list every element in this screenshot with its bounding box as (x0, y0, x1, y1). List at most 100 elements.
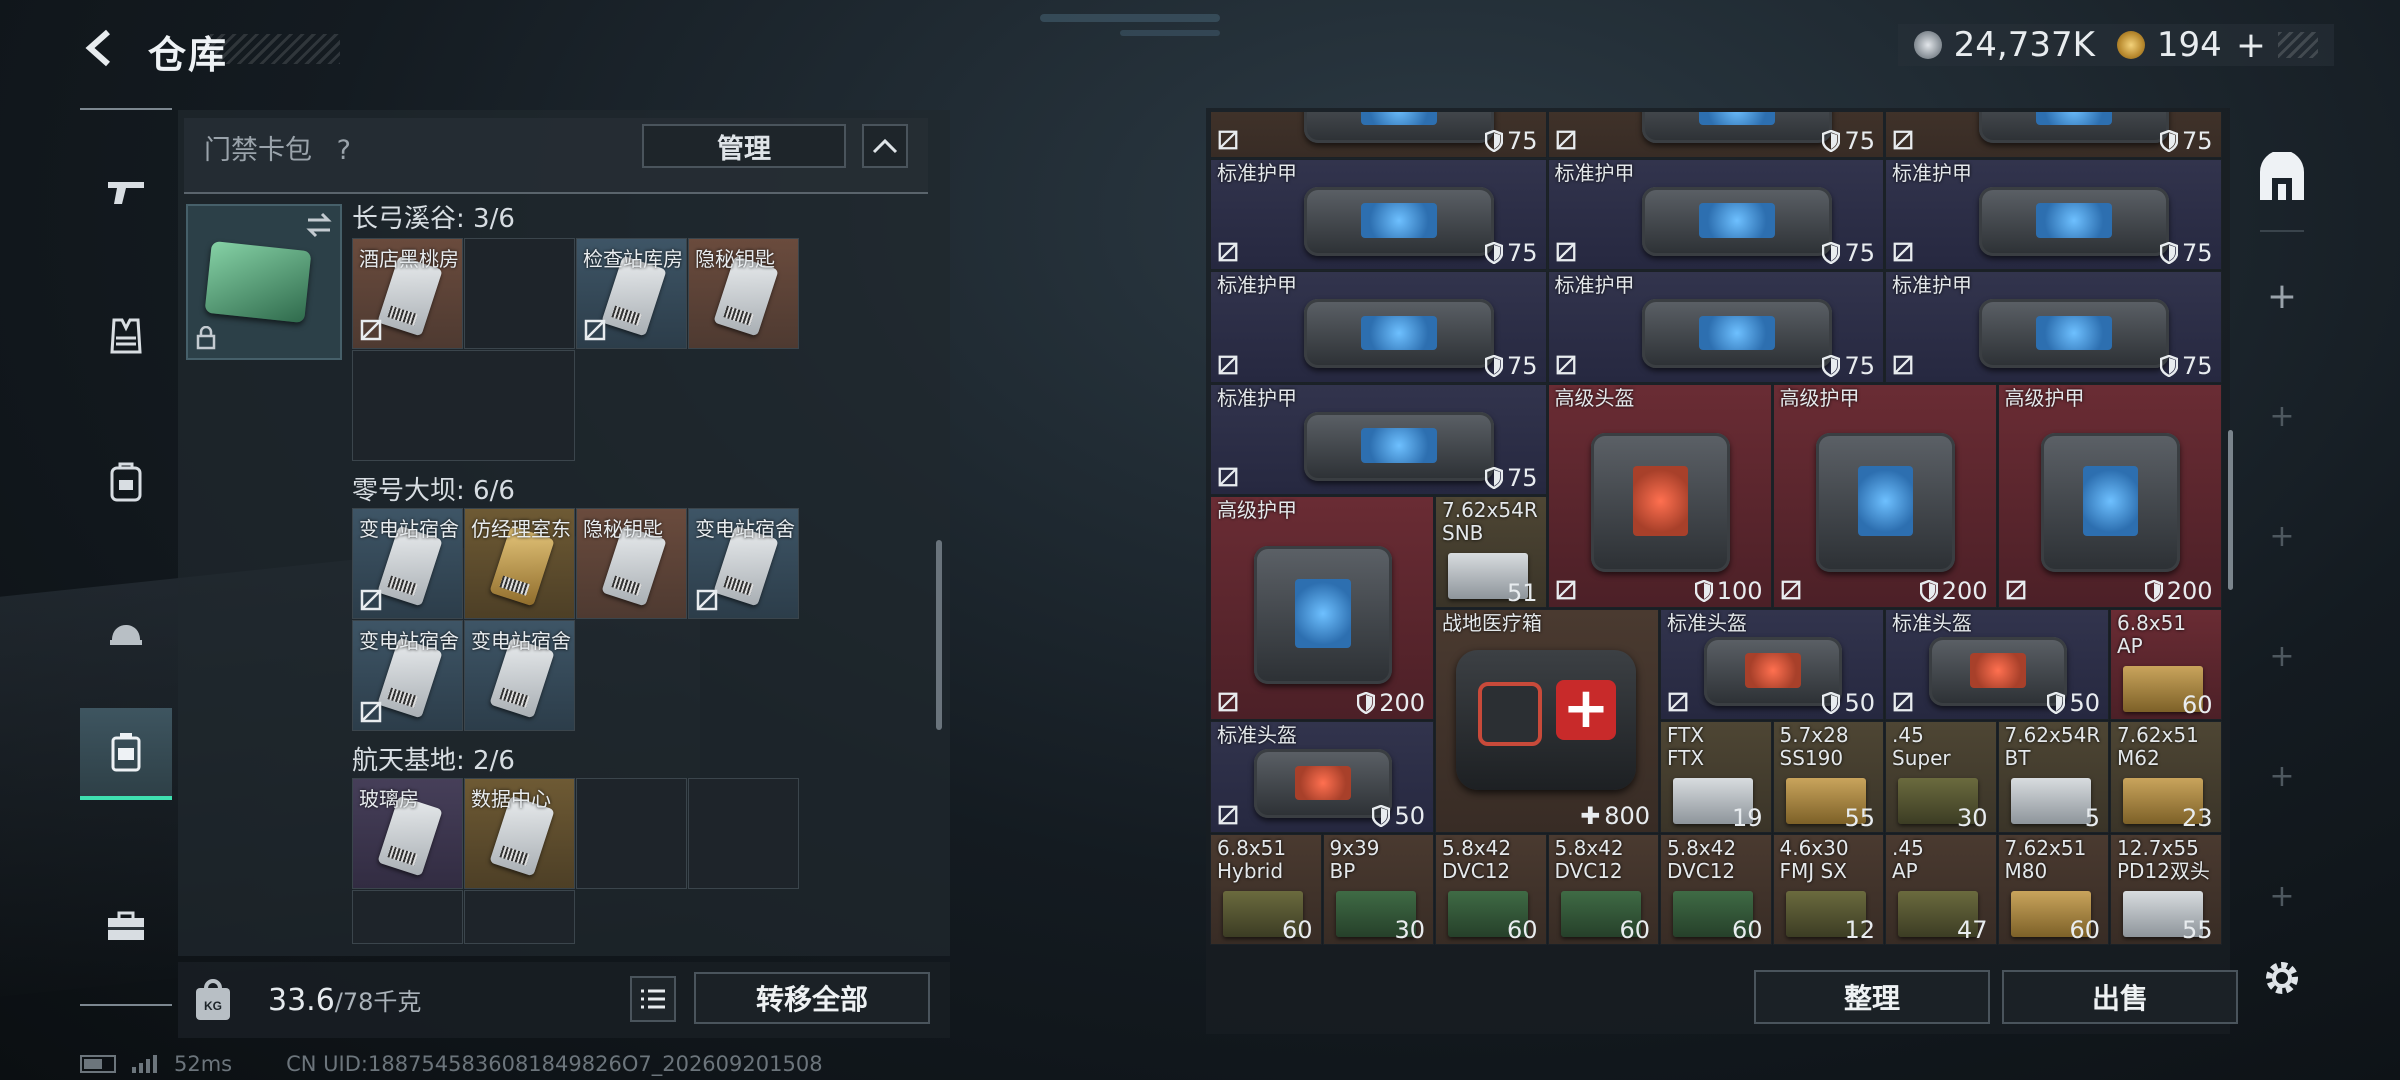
no-bind-icon (1556, 580, 1575, 599)
inventory-item[interactable]: 标准护甲 75 (1547, 271, 1884, 383)
warehouse-icon (2260, 152, 2304, 200)
keycard-slot[interactable]: 酒店黑桃房 (352, 238, 463, 349)
nav-toolbox[interactable] (80, 880, 172, 972)
inventory-item[interactable]: 75 (1547, 112, 1884, 158)
item-name: FTX FTX (1667, 723, 1705, 770)
inventory-item[interactable]: 5.8x42 DVC12 60 (1660, 833, 1772, 945)
inventory-item[interactable]: 7.62x54R SNB 51 (1435, 496, 1547, 608)
keycard-slot[interactable]: 变电站宿舍 (688, 508, 799, 619)
keycard-scrollbar[interactable] (936, 540, 942, 730)
inventory-item[interactable]: 标准护甲 75 (1885, 271, 2222, 383)
plus-icon: + (2269, 638, 2295, 674)
transfer-all-button[interactable]: 转移全部 (694, 972, 930, 1024)
weight-readout: 33.6/78千克 (268, 982, 421, 1018)
item-name: 7.62x54R SNB (1442, 498, 1538, 545)
swap-icon[interactable] (304, 212, 334, 238)
no-bind-icon (1218, 355, 1238, 374)
item-durability: 75 (1484, 239, 1538, 267)
inventory-item[interactable]: 战地医疗箱 ✚800 (1435, 608, 1659, 833)
nav-helmet[interactable] (80, 584, 172, 676)
keycard-slot[interactable]: 数据中心 (464, 778, 575, 889)
add-currency-button[interactable]: + (2236, 25, 2266, 66)
sell-button[interactable]: 出售 (2002, 970, 2238, 1024)
inventory-item[interactable]: 标准头盔 50 (1210, 721, 1434, 833)
warehouse-scrollbar[interactable] (2228, 430, 2233, 590)
item-name: 7.62x54R BT (2004, 723, 2101, 770)
nav-backpack[interactable] (80, 436, 172, 528)
inventory-item[interactable]: 标准护甲 75 (1210, 158, 1547, 270)
list-view-button[interactable] (630, 976, 676, 1022)
keycard-slot[interactable]: 变电站宿舍 (352, 620, 463, 731)
armor-shield-icon (1484, 242, 1503, 264)
inventory-item[interactable]: .45 AP 47 (1885, 833, 1997, 945)
add-warehouse-tab-button[interactable]: + (2236, 486, 2328, 586)
add-warehouse-tab-button[interactable]: + (2236, 846, 2328, 946)
item-quantity: 60 (1731, 916, 1763, 944)
item-quantity: 60 (1619, 916, 1650, 944)
item-name: 6.8x51 AP (2117, 610, 2187, 658)
inventory-item[interactable]: 12.7x55 PD12双头 55 (2110, 833, 2222, 945)
inventory-item[interactable]: .45 Super 30 (1885, 721, 1997, 833)
item-value: 75 (1506, 464, 1538, 492)
inventory-item[interactable]: 高级头盔 100 (1547, 383, 1772, 608)
armor-shield-icon (1694, 579, 1713, 602)
inventory-item[interactable]: 75 (1885, 112, 2222, 158)
keycard-slot[interactable]: 仿经理室东 (464, 508, 575, 619)
add-warehouse-tab-button[interactable]: + (2236, 246, 2328, 346)
item-value: 75 (1844, 126, 1875, 155)
keycard-slot[interactable]: 玻璃房 (352, 778, 463, 889)
keycard-label: 仿经理室东 (471, 517, 571, 541)
inventory-item[interactable]: 标准护甲 75 (1547, 158, 1884, 270)
nav-keycard-pouch[interactable] (80, 708, 172, 800)
settings-button[interactable] (2256, 952, 2308, 1004)
keycard-slot[interactable]: 隐秘钥匙 (688, 238, 799, 349)
item-name: 5.8x42 DVC12 (1667, 835, 1737, 883)
inventory-item[interactable]: FTX FTX 19 (1660, 721, 1772, 833)
inventory-item[interactable]: 标准头盔 50 (1885, 608, 2109, 720)
sort-button[interactable]: 整理 (1754, 970, 1990, 1024)
armor-image (1641, 112, 1832, 144)
manage-button[interactable]: 管理 (642, 124, 846, 168)
inventory-item[interactable]: 标准头盔 50 (1660, 608, 1884, 720)
inventory-item[interactable]: 高级护甲 200 (1772, 383, 1997, 608)
inventory-item[interactable]: 5.7x28 SS190 55 (1772, 721, 1884, 833)
keycard-slot[interactable]: 检查站库房 (576, 238, 687, 349)
back-button[interactable] (80, 28, 120, 68)
nav-weapons[interactable] (80, 146, 172, 238)
inventory-item[interactable]: 6.8x51 AP 60 (2110, 608, 2222, 720)
item-durability: 200 (1357, 689, 1425, 717)
add-warehouse-tab-button[interactable]: + (2236, 606, 2328, 706)
add-warehouse-tab-button[interactable]: + (2236, 726, 2328, 826)
collapse-button[interactable] (862, 124, 908, 168)
inventory-item[interactable]: 9x39 BP 30 (1322, 833, 1434, 945)
inventory-item[interactable]: 高级护甲 200 (1997, 383, 2222, 608)
item-value: 75 (1506, 239, 1538, 267)
inventory-item[interactable]: 5.8x42 DVC12 60 (1435, 833, 1547, 945)
warehouse-tab-main[interactable] (2236, 128, 2328, 228)
help-button[interactable]: ? (337, 135, 351, 166)
inventory-item[interactable]: 6.8x51 Hybrid 60 (1210, 833, 1322, 945)
inventory-item[interactable]: 7.62x51 M62 23 (2110, 721, 2222, 833)
no-bind-icon (360, 319, 382, 341)
keycard-slot[interactable]: 变电站宿舍 (464, 620, 575, 731)
inventory-item[interactable]: 7.62x54R BT 5 (1997, 721, 2109, 833)
toolbox-icon (108, 911, 144, 940)
add-warehouse-tab-button[interactable]: + (2236, 366, 2328, 466)
empty-slot (688, 778, 799, 889)
keycard-slot[interactable]: 隐秘钥匙 (576, 508, 687, 619)
inventory-item[interactable]: 高级护甲 200 (1210, 496, 1434, 720)
armor-shield-icon (1822, 354, 1841, 377)
inventory-item[interactable]: 75 (1210, 112, 1547, 158)
nav-armor[interactable] (80, 290, 172, 382)
equipped-keycard-pouch[interactable] (186, 204, 342, 360)
inventory-item[interactable]: 标准护甲 75 (1210, 383, 1547, 495)
armor-shield-icon (1822, 242, 1841, 264)
inventory-item[interactable]: 标准护甲 75 (1885, 158, 2222, 270)
inventory-item[interactable]: 标准护甲 75 (1210, 271, 1547, 383)
keycard-slot[interactable]: 变电站宿舍 (352, 508, 463, 619)
inventory-item[interactable]: 5.8x42 DVC12 60 (1547, 833, 1659, 945)
item-durability: 75 (1822, 127, 1875, 155)
inventory-item[interactable]: 7.62x51 M80 60 (1997, 833, 2109, 945)
item-name: 5.8x42 DVC12 (1442, 835, 1512, 883)
inventory-item[interactable]: 4.6x30 FMJ SX 12 (1772, 833, 1884, 945)
